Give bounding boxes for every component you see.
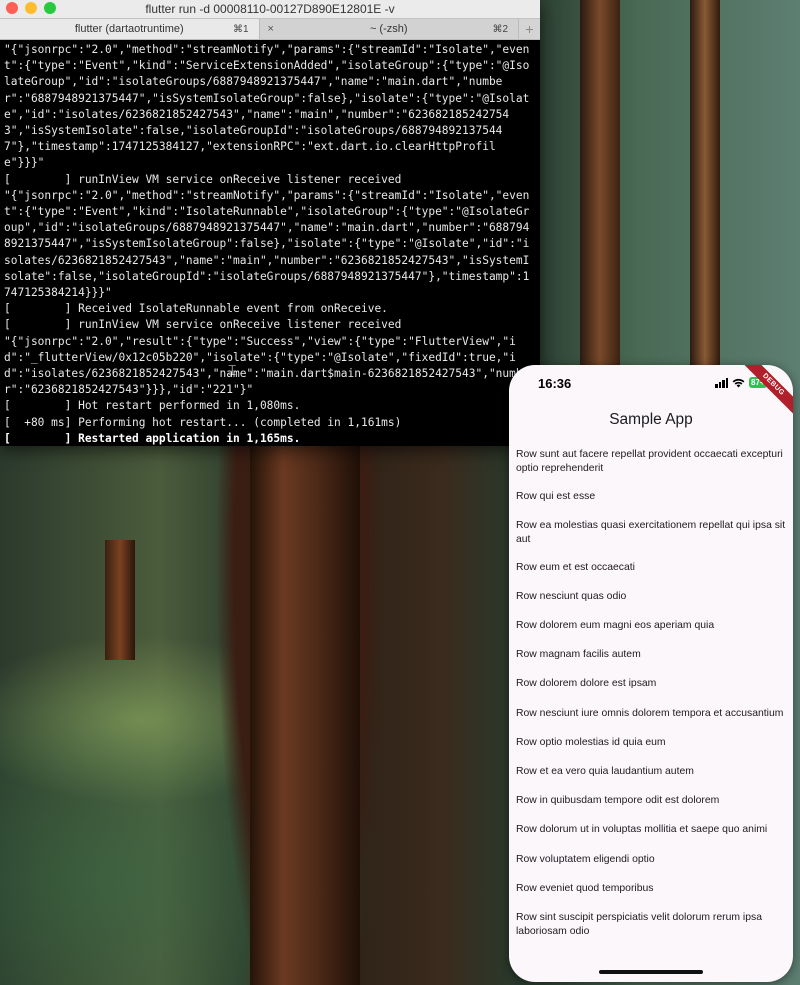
list-item[interactable]: Row sint suscipit perspiciatis velit dol… — [509, 904, 793, 946]
cellular-signal-icon — [715, 377, 728, 388]
tab-zsh[interactable]: × ~ (-zsh) ⌘2 — [258, 19, 518, 39]
terminal-line: [ +80 ms] Performing hot restart... (com… — [4, 415, 402, 429]
terminal-line: [ ] Hot restart performed in 1,080ms. — [4, 399, 301, 413]
list-item[interactable]: Row dolorum ut in voluptas mollitia et s… — [509, 817, 793, 846]
terminal-line: "{"jsonrpc":"2.0","method":"streamNotify… — [4, 43, 530, 170]
window-title: flutter run -d 00008110-00127D890E12801E… — [145, 2, 395, 16]
tab-label: flutter (dartaotruntime) — [74, 23, 184, 35]
tab-shortcut: ⌘1 — [232, 23, 249, 35]
tab-label: ~ (-zsh) — [369, 23, 408, 35]
tab-flutter[interactable]: flutter (dartaotruntime) ⌘1 — [0, 19, 259, 39]
phone-simulator[interactable]: 16:36 87+ DEBUG Sample App Row sunt aut … — [509, 365, 793, 982]
list-item[interactable]: Row nesciunt quas odio — [509, 583, 793, 612]
wallpaper-tree — [690, 0, 720, 370]
new-tab-button[interactable]: + — [518, 19, 540, 39]
status-time: 16:36 — [538, 376, 572, 391]
list-item[interactable]: Row optio molestias id quia eum — [509, 729, 793, 758]
list-item[interactable]: Row in quibusdam tempore odit est dolore… — [509, 788, 793, 817]
app-title: Sample App — [609, 411, 693, 428]
list-item[interactable]: Row et ea vero quia laudantium autem — [509, 759, 793, 788]
terminal-output[interactable]: "{"jsonrpc":"2.0","method":"streamNotify… — [0, 40, 540, 446]
list-item[interactable]: Row sunt aut facere repellat provident o… — [509, 441, 793, 483]
terminal-line: [ ] runInView VM service onReceive liste… — [4, 172, 402, 186]
list-item[interactable]: Row eum et est occaecati — [509, 554, 793, 583]
list-item[interactable]: Row dolorem eum magni eos aperiam quia — [509, 613, 793, 642]
terminal-window[interactable]: flutter run -d 00008110-00127D890E12801E… — [0, 0, 540, 446]
list-item[interactable]: Row qui est esse — [509, 483, 793, 512]
home-indicator[interactable] — [599, 970, 703, 974]
list-item[interactable]: Row dolorem dolore est ipsam — [509, 671, 793, 700]
terminal-line: [ ] runInView VM service onReceive liste… — [4, 318, 402, 332]
list-item[interactable]: Row ea molestias quasi exercitationem re… — [509, 512, 793, 554]
wallpaper-tree — [580, 0, 620, 370]
app-bar: Sample App — [509, 401, 793, 439]
tab-shortcut: ⌘2 — [492, 23, 508, 35]
list-item[interactable]: Row voluptatem eligendi optio — [509, 846, 793, 875]
zoom-window-button[interactable] — [44, 2, 56, 14]
row-list[interactable]: Row sunt aut facere repellat provident o… — [509, 441, 793, 946]
wifi-icon — [732, 378, 745, 387]
terminal-line-final: [ ] Restarted application in 1,165ms. — [4, 431, 301, 445]
window-titlebar[interactable]: flutter run -d 00008110-00127D890E12801E… — [0, 0, 540, 18]
terminal-line: "{"jsonrpc":"2.0","result":{"type":"Succ… — [4, 334, 530, 397]
wallpaper-tree — [105, 540, 135, 660]
terminal-line: "{"jsonrpc":"2.0","method":"streamNotify… — [4, 188, 530, 300]
text-cursor-icon: ⌶ — [228, 362, 237, 378]
list-item[interactable]: Row eveniet quod temporibus — [509, 875, 793, 904]
minimize-window-button[interactable] — [25, 2, 37, 14]
list-item[interactable]: Row nesciunt iure omnis dolorem tempora … — [509, 700, 793, 729]
tab-bar: flutter (dartaotruntime) ⌘1 × ~ (-zsh) ⌘… — [0, 18, 540, 40]
close-window-button[interactable] — [6, 2, 18, 14]
terminal-line: [ ] Received IsolateRunnable event from … — [4, 302, 388, 316]
list-item[interactable]: Row magnam facilis autem — [509, 642, 793, 671]
tab-close-icon[interactable]: × — [268, 23, 274, 35]
window-controls — [6, 2, 56, 14]
